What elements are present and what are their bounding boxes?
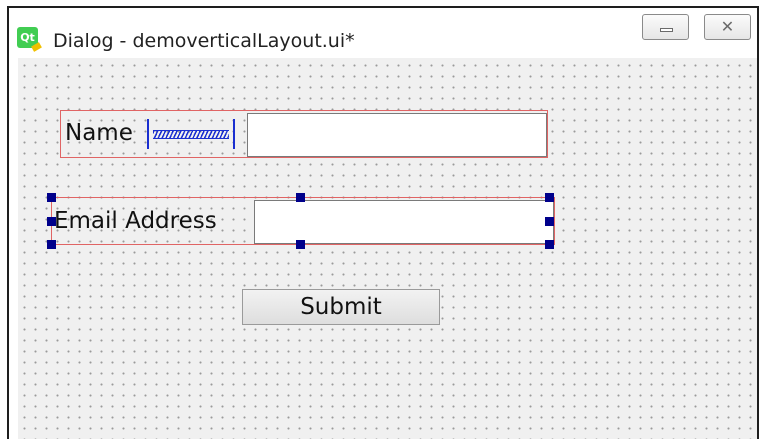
selection-handle-top-left[interactable] (47, 193, 56, 202)
window-title: Dialog - demoverticalLayout.ui* (53, 30, 355, 52)
form-canvas[interactable]: Name Email Address Submit (18, 58, 757, 439)
name-row-layout[interactable]: Name (60, 110, 548, 158)
selection-handle-middle-left[interactable] (47, 217, 56, 226)
email-row-layout[interactable]: Email Address (47, 193, 555, 249)
name-label[interactable]: Name (65, 120, 133, 146)
selection-handle-bottom-middle[interactable] (296, 240, 305, 249)
email-label[interactable]: Email Address (54, 208, 217, 234)
minimize-icon (660, 28, 673, 32)
selection-handle-middle-right[interactable] (545, 217, 554, 226)
title-bar[interactable]: Qt Dialog - demoverticalLayout.ui* ✕ (9, 8, 757, 58)
qt-logo-icon: Qt (17, 27, 38, 48)
spacer-left-bar (147, 119, 149, 149)
email-input[interactable] (254, 200, 554, 244)
close-button[interactable]: ✕ (704, 14, 751, 40)
minimize-button[interactable] (642, 14, 689, 40)
submit-button[interactable]: Submit (242, 289, 440, 325)
spacer-coil (153, 130, 229, 139)
horizontal-spacer-icon[interactable] (147, 119, 235, 149)
close-icon: ✕ (720, 17, 735, 36)
selection-handle-top-right[interactable] (545, 193, 554, 202)
selection-handle-bottom-right[interactable] (545, 240, 554, 249)
selection-handle-top-middle[interactable] (296, 193, 305, 202)
name-input[interactable] (247, 113, 547, 157)
spacer-right-bar (233, 119, 235, 149)
dialog-window: Qt Dialog - demoverticalLayout.ui* ✕ Nam… (7, 6, 759, 439)
selection-handle-bottom-left[interactable] (47, 240, 56, 249)
